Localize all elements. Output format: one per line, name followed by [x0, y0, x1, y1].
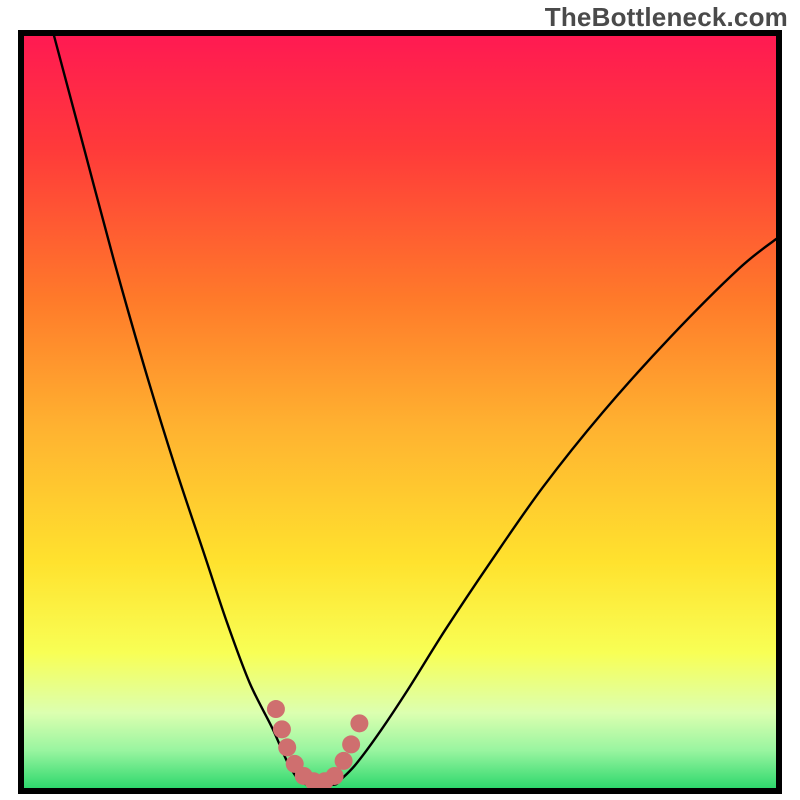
marker-point [342, 735, 360, 753]
marker-point [267, 700, 285, 718]
attribution-text: TheBottleneck.com [545, 2, 788, 33]
root: TheBottleneck.com [0, 0, 800, 800]
marker-point [335, 752, 353, 770]
marker-point [350, 714, 368, 732]
marker-point [273, 720, 291, 738]
chart-frame [18, 30, 782, 794]
background-gradient [24, 36, 776, 788]
chart-svg [24, 36, 776, 788]
plot-area [24, 36, 776, 788]
marker-point [278, 738, 296, 756]
marker-point [326, 767, 344, 785]
